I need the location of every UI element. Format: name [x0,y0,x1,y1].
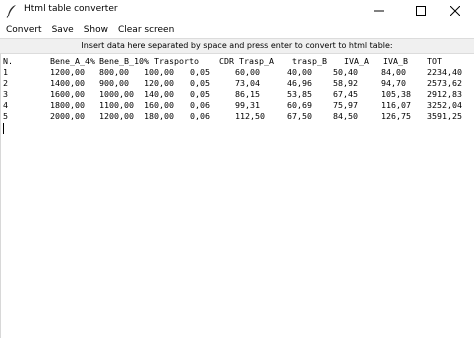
table-cell: 73,04 [235,78,260,88]
table-cell: 46,96 [287,78,312,88]
table-cell: 58,92 [333,78,358,88]
window-title: Html table converter [24,4,118,14]
table-cell: 100,00 [144,67,174,77]
table-cell: 140,00 [144,89,174,99]
table-cell: 180,00 [144,111,174,121]
table-cell: 900,00 [99,78,129,88]
header-row: N. Bene_A_4% Bene_B_10% Trasporto CDR Tr… [3,56,442,67]
table-cell: 50,40 [333,67,358,77]
app-window: Html table converter Convert Save Show C… [0,0,474,338]
menu-clear-screen[interactable]: Clear screen [113,22,179,38]
table-cell: 86,15 [235,89,260,99]
menu-show[interactable]: Show [79,22,113,38]
header-cell: Bene_A_4% [50,56,95,66]
table-cell: 1100,00 [99,100,134,110]
table-row: 4 1800,00 1100,00 160,00 0,06 99,31 60,6… [3,100,462,111]
header-cell: N. [3,56,13,66]
table-cell: 3252,04 [427,100,462,110]
close-icon [450,6,460,16]
minimize-icon [374,10,384,12]
table-cell: 1800,00 [50,100,85,110]
table-cell: 60,00 [235,67,260,77]
header-cell: Bene_B_10% [99,56,149,66]
table-row: 2 1400,00 900,00 120,00 0,05 73,04 46,96… [3,78,462,89]
table-cell: 3 [3,89,8,99]
table-cell: 1200,00 [99,111,134,121]
table-cell: 2234,40 [427,67,462,77]
table-cell: 1000,00 [99,89,134,99]
table-cell: 0,05 [190,78,210,88]
menu-save[interactable]: Save [47,22,79,38]
header-cell: Trasporto [154,56,199,66]
menu-convert[interactable]: Convert [0,22,47,38]
table-cell: 3591,25 [427,111,462,121]
table-cell: 1600,00 [50,89,85,99]
table-cell: 105,38 [381,89,411,99]
table-row: 5 2000,00 1200,00 180,00 0,06 112,50 67,… [3,111,462,122]
table-cell: 0,06 [190,111,210,121]
header-cell: IVA_B [383,56,408,66]
feather-icon [6,5,16,18]
maximize-button[interactable] [402,0,440,22]
table-cell: 2 [3,78,8,88]
menu-bar: Convert Save Show Clear screen [0,22,474,38]
table-cell: 0,06 [190,100,210,110]
table-cell: 5 [3,111,8,121]
minimize-button[interactable] [360,0,398,22]
instruction-label: Insert data here separated by space and … [0,38,474,54]
table-cell: 1 [3,67,8,77]
table-cell: 2573,62 [427,78,462,88]
header-cell: trasp_B [292,56,327,66]
header-cell: CDR [219,56,234,66]
table-cell: 2912,83 [427,89,462,99]
table-cell: 1400,00 [50,78,85,88]
table-cell: 67,50 [287,111,312,121]
data-text-area[interactable]: N. Bene_A_4% Bene_B_10% Trasporto CDR Tr… [0,54,474,338]
table-cell: 160,00 [144,100,174,110]
table-row: 3 1600,00 1000,00 140,00 0,05 86,15 53,8… [3,89,462,100]
table-cell: 53,85 [287,89,312,99]
header-cell: IVA_A [344,56,369,66]
table-cell: 2000,00 [50,111,85,121]
table-cell: 60,69 [287,100,312,110]
table-cell: 120,00 [144,78,174,88]
table-row: 1 1200,00 800,00 100,00 0,05 60,00 40,00… [3,67,462,78]
header-cell: TOT [427,56,442,66]
text-cursor [3,123,4,134]
table-cell: 40,00 [287,67,312,77]
table-cell: 112,50 [235,111,265,121]
table-cell: 67,45 [333,89,358,99]
table-cell: 75,97 [333,100,358,110]
maximize-icon [416,6,426,16]
table-cell: 4 [3,100,8,110]
table-cell: 84,00 [381,67,406,77]
table-cell: 84,50 [333,111,358,121]
table-cell: 94,70 [381,78,406,88]
table-cell: 116,07 [381,100,411,110]
table-cell: 800,00 [99,67,129,77]
header-cell: Trasp_A [239,56,274,66]
table-cell: 0,05 [190,67,210,77]
table-cell: 0,05 [190,89,210,99]
table-cell: 1200,00 [50,67,85,77]
table-cell: 126,75 [381,111,411,121]
close-button[interactable] [436,0,474,22]
table-cell: 99,31 [235,100,260,110]
title-bar[interactable]: Html table converter [0,0,474,22]
